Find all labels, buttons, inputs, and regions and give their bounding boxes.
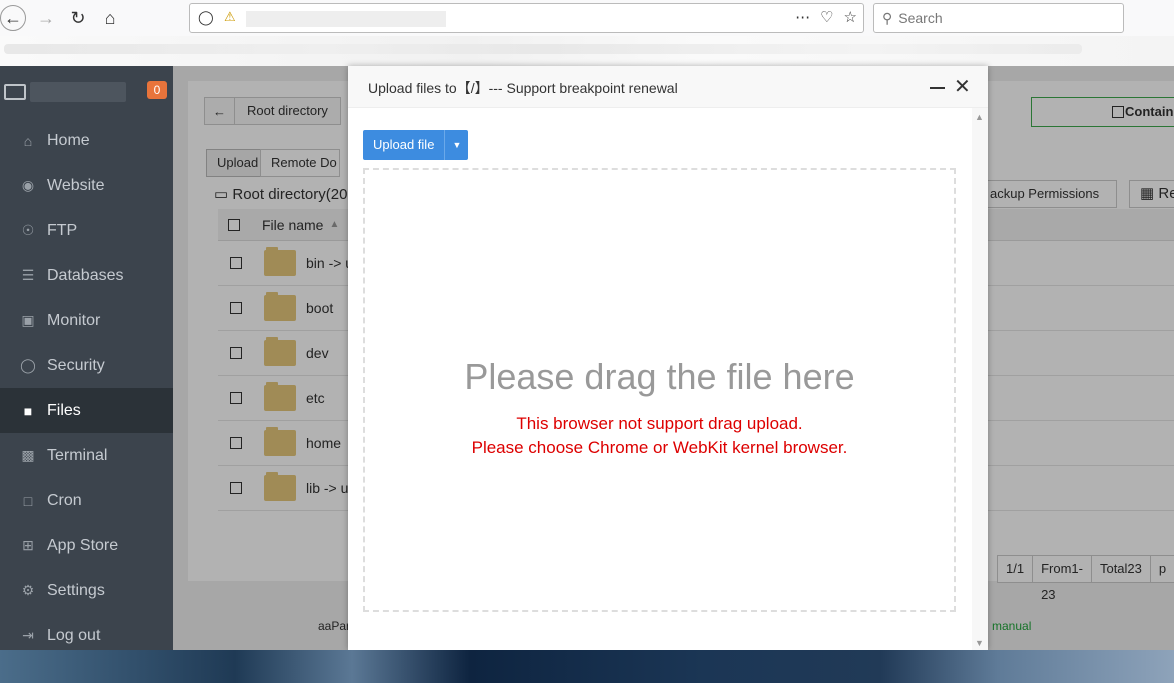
sidebar-item-label: App Store bbox=[47, 536, 119, 554]
search-placeholder: Search bbox=[898, 10, 943, 26]
sidebar-item-databases[interactable]: ☰ Databases bbox=[0, 253, 173, 298]
sidebar-item-website[interactable]: ◉ Website bbox=[0, 163, 173, 208]
upload-dialog: Upload files to【/】--- Support breakpoint… bbox=[348, 66, 988, 650]
drop-zone-title: Please drag the file here bbox=[464, 356, 855, 397]
sidebar-item-terminal[interactable]: ▩ Terminal bbox=[0, 433, 173, 478]
bookmark-star-icon[interactable]: ☆ bbox=[844, 8, 857, 26]
host-name-blurred bbox=[30, 82, 126, 102]
sidebar-item-label: Security bbox=[47, 356, 105, 374]
monitor-icon: ▣ bbox=[21, 312, 35, 328]
insecure-lock-icon: ⚠ bbox=[224, 9, 236, 24]
server-icon bbox=[4, 84, 26, 100]
logout-icon: ⇥ bbox=[22, 627, 34, 643]
upload-file-button-group: Upload file ▼ bbox=[363, 130, 469, 160]
terminal-icon: ▩ bbox=[21, 447, 35, 463]
pocket-icon[interactable]: ♡ bbox=[820, 8, 833, 26]
clock-icon: □ bbox=[23, 492, 33, 509]
scroll-up-icon[interactable]: ▲ bbox=[975, 112, 984, 122]
browser-toolbar: ← → ↻ ⌂ ◯ ⚠ ⋯ ♡ ☆ ⚲ Search bbox=[0, 0, 1174, 36]
sidebar-item-security[interactable]: ◯ Security bbox=[0, 343, 173, 388]
sidebar-item-label: Monitor bbox=[47, 311, 101, 329]
back-arrow-icon[interactable]: ← bbox=[0, 5, 26, 31]
dialog-header: Upload files to【/】--- Support breakpoint… bbox=[348, 66, 988, 108]
database-icon: ☰ bbox=[21, 267, 35, 283]
url-bar[interactable]: ◯ ⚠ ⋯ ♡ ☆ bbox=[189, 3, 864, 33]
sidebar-item-monitor[interactable]: ▣ Monitor bbox=[0, 298, 173, 343]
sidebar-item-settings[interactable]: ⚙ Settings bbox=[0, 568, 173, 613]
page-actions-icon[interactable]: ⋯ bbox=[795, 8, 810, 26]
dialog-scrollbar[interactable]: ▲ ▼ bbox=[972, 108, 988, 650]
sidebar-item-ftp[interactable]: ☉ FTP bbox=[0, 208, 173, 253]
close-icon[interactable]: ✕ bbox=[954, 76, 971, 98]
globe-icon: ◉ bbox=[21, 177, 35, 193]
sidebar-item-home[interactable]: ⌂ Home bbox=[0, 118, 173, 163]
search-input[interactable]: ⚲ Search bbox=[873, 3, 1124, 33]
shield-icon: ◯ bbox=[198, 9, 214, 25]
os-taskbar bbox=[0, 650, 1174, 683]
drop-zone[interactable]: Please drag the file here This browser n… bbox=[363, 168, 956, 612]
reload-icon[interactable]: ↻ bbox=[64, 4, 92, 32]
bookmarks-toolbar bbox=[0, 36, 1174, 66]
shield-icon: ◯ bbox=[20, 357, 36, 373]
sidebar-item-label: Settings bbox=[47, 581, 105, 599]
sidebar-item-app-store[interactable]: ⊞ App Store bbox=[0, 523, 173, 568]
sidebar-item-label: Log out bbox=[47, 626, 101, 644]
home-icon: ⌂ bbox=[23, 132, 33, 149]
dialog-title: Upload files to【/】--- Support breakpoint… bbox=[368, 80, 678, 96]
upload-file-button[interactable]: Upload file bbox=[363, 130, 445, 160]
sidebar-item-cron[interactable]: □ Cron bbox=[0, 478, 173, 523]
browser-warning-line2: Please choose Chrome or WebKit kernel br… bbox=[471, 438, 848, 457]
sidebar-item-label: Files bbox=[47, 401, 81, 419]
scroll-down-icon[interactable]: ▼ bbox=[975, 638, 984, 648]
sidebar-item-label: Cron bbox=[47, 491, 82, 509]
notification-badge[interactable]: 0 bbox=[147, 81, 167, 99]
sidebar-item-label: Home bbox=[47, 131, 90, 149]
sidebar-item-label: Website bbox=[47, 176, 105, 194]
sidebar-item-label: Databases bbox=[47, 266, 124, 284]
minimize-icon[interactable] bbox=[930, 87, 945, 89]
folder-icon: ■ bbox=[23, 402, 33, 419]
gear-icon: ⚙ bbox=[21, 582, 35, 598]
chevron-down-icon[interactable]: ▼ bbox=[444, 130, 469, 160]
sidebar-item-files[interactable]: ■ Files bbox=[0, 388, 173, 433]
sidebar-item-label: FTP bbox=[47, 221, 78, 239]
search-icon: ⚲ bbox=[882, 9, 893, 26]
browser-warning-line1: This browser not support drag upload. bbox=[516, 414, 803, 433]
sidebar: 0 ⌂ Home ◉ Website ☉ FTP ☰ Databases ▣ Monito… bbox=[0, 66, 173, 650]
url-text-blurred bbox=[246, 11, 446, 27]
sidebar-item-label: Terminal bbox=[47, 446, 108, 464]
ftp-icon: ☉ bbox=[21, 222, 35, 238]
grid-icon: ⊞ bbox=[22, 537, 34, 553]
sidebar-header: 0 bbox=[0, 66, 173, 118]
bookmarks-blurred bbox=[4, 44, 1082, 54]
home-icon[interactable]: ⌂ bbox=[96, 4, 124, 32]
forward-arrow-icon[interactable]: → bbox=[32, 4, 60, 32]
